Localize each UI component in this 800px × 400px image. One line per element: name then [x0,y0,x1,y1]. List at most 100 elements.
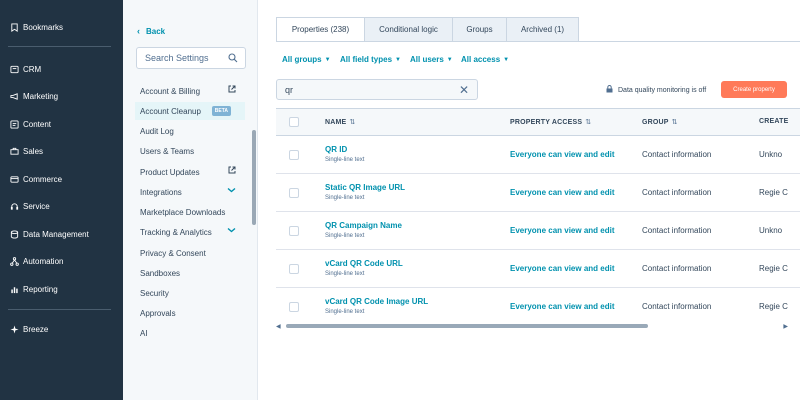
filter-all-access[interactable]: All access ▼ [461,55,509,64]
tab-label: Archived (1) [520,25,565,34]
nav-item-bookmarks[interactable]: Bookmarks [0,15,123,39]
settings-item-audit-log[interactable]: Audit Log [135,122,245,140]
sales-icon [9,146,19,156]
nav-item-label: Breeze [23,324,49,334]
close-icon[interactable]: ✕ [459,84,469,96]
column-header-property-access[interactable]: PROPERTY ACCESS ⇅ [510,118,591,126]
property-name-link[interactable]: vCard QR Code URL [325,259,403,268]
settings-item-marketplace-downloads[interactable]: Marketplace Downloads [135,203,245,221]
settings-item-label: Marketplace Downloads [140,207,226,217]
property-group: Contact information [642,226,712,235]
scroll-right-icon[interactable]: ▶ [783,323,788,330]
content-icon [9,119,19,129]
data-quality-status: Data quality monitoring is off [606,85,706,95]
settings-item-users-teams[interactable]: Users & Teams [135,142,245,160]
property-name-link[interactable]: vCard QR Code Image URL [325,297,428,306]
tab-properties[interactable]: Properties (238) [276,17,365,42]
scroll-left-icon[interactable]: ◀ [276,323,281,330]
caret-down-icon: ▼ [446,56,453,63]
property-group: Contact information [642,150,712,159]
row-checkbox[interactable] [289,188,299,198]
automation-icon [9,256,19,266]
nav-item-marketing[interactable]: Marketing [0,84,123,108]
crm-icon [9,64,19,74]
tab-archived[interactable]: Archived (1) [506,17,579,42]
settings-item-security[interactable]: Security [135,284,245,302]
settings-item-account-billing[interactable]: Account & Billing [135,82,245,100]
settings-item-tracking-analytics[interactable]: Tracking & Analytics [135,223,245,241]
tab-label: Properties (238) [291,25,350,34]
back-link[interactable]: ‹ Back [137,26,165,36]
nav-item-label: Content [23,119,52,129]
column-header-created-by[interactable]: CREATE [759,118,788,125]
property-access-link[interactable]: Everyone can view and edit [510,226,614,235]
settings-item-account-cleanup[interactable]: Account Cleanup BETA [135,102,245,120]
service-icon [9,201,19,211]
column-header-name[interactable]: NAME ⇅ [325,118,356,126]
settings-search-input[interactable]: Search Settings [136,47,246,69]
property-creator: Regie C [759,188,788,197]
table-row[interactable]: QR Campaign Name Single-line text Everyo… [276,212,800,250]
table-horizontal-scrollbar[interactable]: ◀ ▶ [276,323,788,330]
settings-item-product-updates[interactable]: Product Updates [135,163,245,181]
property-type: Single-line text [325,271,365,277]
property-name-link[interactable]: QR ID [325,145,347,154]
settings-item-label: Account Cleanup [140,106,201,116]
row-checkbox[interactable] [289,226,299,236]
row-checkbox[interactable] [289,302,299,312]
settings-item-ai[interactable]: AI [135,324,245,342]
nav-item-reporting[interactable]: Reporting [0,277,123,301]
table-row[interactable]: vCard QR Code Image URL Single-line text… [276,288,800,324]
table-row[interactable]: QR ID Single-line text Everyone can view… [276,136,800,174]
settings-item-label: Users & Teams [140,146,195,156]
nav-item-crm[interactable]: CRM [0,57,123,81]
create-property-label: Create property [733,86,775,93]
select-all-checkbox[interactable] [289,117,299,127]
tab-label: Conditional logic [379,25,438,34]
settings-item-privacy-consent[interactable]: Privacy & Consent [135,244,245,262]
sidebar-scrollbar[interactable] [252,130,256,225]
tab-conditional-logic[interactable]: Conditional logic [364,17,453,42]
filter-all-users[interactable]: All users ▼ [410,55,453,64]
filter-all-field-types[interactable]: All field types ▼ [340,55,401,64]
caret-down-icon: ▼ [503,56,510,63]
nav-item-label: Marketing [23,91,59,101]
column-header-label: PROPERTY ACCESS [510,119,583,126]
nav-item-content[interactable]: Content [0,112,123,136]
scrollbar-thumb[interactable] [286,324,648,328]
property-group: Contact information [642,302,712,311]
property-access-link[interactable]: Everyone can view and edit [510,150,614,159]
property-creator: Unkno [759,226,783,235]
back-label: Back [146,26,166,36]
nav-item-label: Bookmarks [23,22,64,32]
row-checkbox[interactable] [289,264,299,274]
property-access-link[interactable]: Everyone can view and edit [510,264,614,273]
table-row[interactable]: vCard QR Code URL Single-line text Every… [276,250,800,288]
property-search-input[interactable]: qr ✕ [276,79,478,100]
column-header-group[interactable]: GROUP ⇅ [642,118,678,126]
row-checkbox[interactable] [289,150,299,160]
nav-item-commerce[interactable]: Commerce [0,167,123,191]
property-name-link[interactable]: Static QR Image URL [325,183,405,192]
property-creator: Unkno [759,150,783,159]
data-quality-label: Data quality monitoring is off [618,86,707,94]
filter-all-groups[interactable]: All groups ▼ [282,55,331,64]
nav-item-data-management[interactable]: Data Management [0,222,123,246]
property-access-link[interactable]: Everyone can view and edit [510,188,614,197]
nav-item-service[interactable]: Service [0,194,123,218]
settings-item-integrations[interactable]: Integrations [135,183,245,201]
nav-divider [8,309,111,310]
settings-item-approvals[interactable]: Approvals [135,304,245,322]
nav-item-sales[interactable]: Sales [0,139,123,163]
table-row[interactable]: Static QR Image URL Single-line text Eve… [276,174,800,212]
settings-item-label: Sandboxes [140,268,181,278]
create-property-button[interactable]: Create property [721,81,787,98]
caret-down-icon: ▼ [395,56,401,63]
settings-item-sandboxes[interactable]: Sandboxes [135,264,245,282]
property-access-link[interactable]: Everyone can view and edit [510,302,614,311]
nav-item-automation[interactable]: Automation [0,249,123,273]
tab-groups[interactable]: Groups [452,17,507,42]
nav-item-breeze[interactable]: Breeze [0,317,123,341]
property-name-link[interactable]: QR Campaign Name [325,221,402,230]
nav-item-label: Sales [23,146,44,156]
